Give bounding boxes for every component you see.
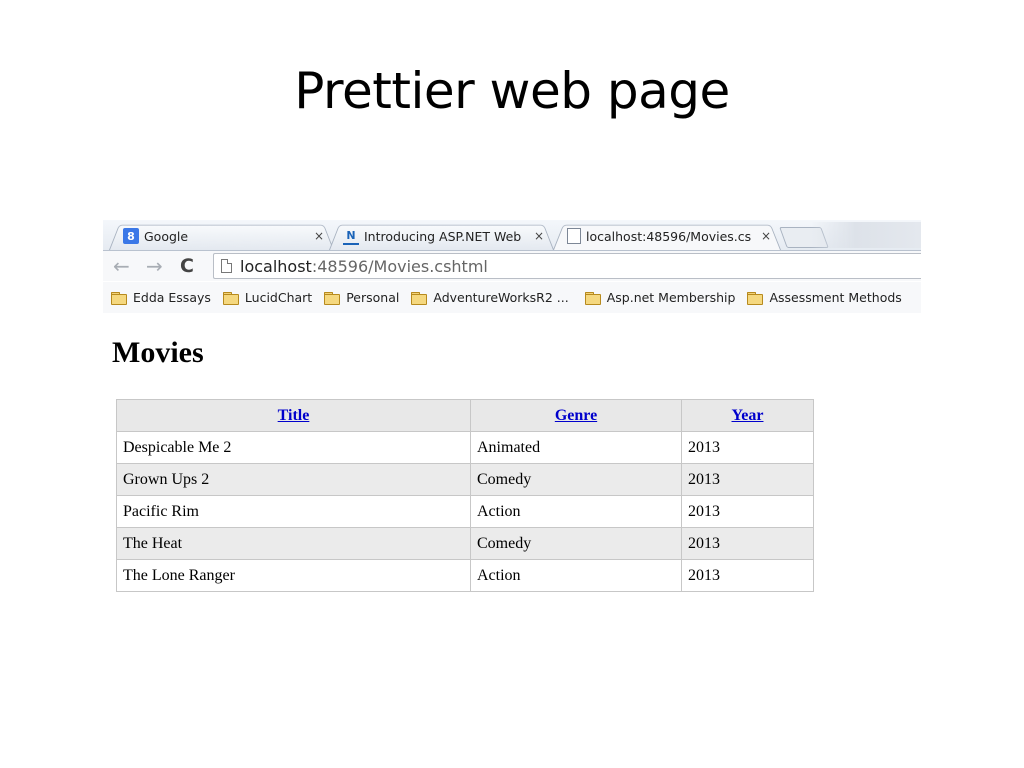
aspnet-icon: N: [343, 227, 359, 245]
bookmark-aspnet-membership[interactable]: Asp.net Membership: [584, 290, 736, 305]
tab-strip: 8 Google × N Introducing ASP.NET Web × l…: [103, 220, 921, 251]
column-header-title: Title: [116, 399, 471, 432]
forward-button[interactable]: →: [146, 255, 163, 277]
bookmark-label: AdventureWorksR2 ...: [433, 290, 569, 305]
table-row: Pacific Rim Action 2013: [116, 495, 814, 528]
cell-genre: Comedy: [470, 463, 682, 496]
url-path: :48596/Movies.cshtml: [311, 256, 488, 276]
folder-icon: [324, 291, 341, 305]
cell-genre: Comedy: [470, 527, 682, 560]
sort-by-genre-link[interactable]: Genre: [555, 407, 597, 424]
bookmark-label: Assessment Methods: [769, 290, 902, 305]
page-heading: Movies: [112, 336, 204, 369]
address-bar[interactable]: localhost:48596/Movies.cshtml: [213, 253, 921, 279]
sort-by-title-link[interactable]: Title: [278, 407, 310, 424]
close-icon[interactable]: ×: [314, 229, 326, 243]
column-header-genre: Genre: [470, 399, 682, 432]
movies-table: Title Genre Year Despicable Me 2 Animate…: [116, 399, 814, 592]
cell-year: 2013: [681, 495, 814, 528]
tab-localhost-movies[interactable]: localhost:48596/Movies.cs ×: [553, 222, 781, 250]
bookmark-label: Asp.net Membership: [606, 290, 736, 305]
tab-google[interactable]: 8 Google ×: [109, 222, 334, 250]
cell-year: 2013: [681, 527, 814, 560]
cell-title: Pacific Rim: [116, 495, 471, 528]
close-icon[interactable]: ×: [534, 229, 546, 243]
page-icon: [221, 259, 232, 273]
bookmark-lucidchart[interactable]: LucidChart: [222, 290, 313, 305]
cell-year: 2013: [681, 559, 814, 592]
close-icon[interactable]: ×: [761, 229, 773, 243]
bookmark-label: Edda Essays: [133, 290, 211, 305]
table-row: Despicable Me 2 Animated 2013: [116, 431, 814, 464]
bookmark-adventureworks[interactable]: AdventureWorksR2 ...: [411, 290, 569, 305]
cell-title: Grown Ups 2: [116, 463, 471, 496]
cell-title: Despicable Me 2: [116, 431, 471, 464]
blurred-window-controls: [811, 222, 921, 248]
tab-label: Introducing ASP.NET Web: [364, 228, 522, 244]
cell-title: The Lone Ranger: [116, 559, 471, 592]
folder-icon: [584, 291, 601, 305]
tab-label: localhost:48596/Movies.cs: [586, 228, 752, 244]
slide-title: Prettier web page: [294, 62, 730, 120]
cell-year: 2013: [681, 431, 814, 464]
cell-year: 2013: [681, 463, 814, 496]
column-header-year: Year: [681, 399, 814, 432]
bookmark-label: LucidChart: [244, 290, 313, 305]
table-row: The Heat Comedy 2013: [116, 527, 814, 560]
url-text: localhost:48596/Movies.cshtml: [240, 257, 488, 276]
folder-icon: [111, 291, 127, 305]
folder-icon: [747, 291, 764, 305]
table-header-row: Title Genre Year: [116, 399, 814, 432]
cell-genre: Action: [470, 559, 682, 592]
cell-title: The Heat: [116, 527, 471, 560]
sort-by-year-link[interactable]: Year: [732, 407, 764, 424]
page-icon: [567, 228, 581, 244]
url-host: localhost: [240, 256, 312, 276]
browser-window: 8 Google × N Introducing ASP.NET Web × l…: [103, 220, 921, 313]
cell-genre: Animated: [470, 431, 682, 464]
bookmark-edda-essays[interactable]: Edda Essays: [111, 290, 211, 305]
table-row: The Lone Ranger Action 2013: [116, 559, 814, 592]
bookmark-assessment-methods[interactable]: Assessment Methods: [747, 290, 902, 305]
reload-button[interactable]: C: [180, 255, 194, 277]
tab-label: Google: [144, 228, 189, 244]
tab-introducing-aspnet[interactable]: N Introducing ASP.NET Web ×: [329, 222, 554, 250]
folder-icon: [222, 291, 239, 305]
back-button[interactable]: ←: [113, 255, 130, 277]
bookmarks-bar: Edda Essays LucidChart Personal Adventur…: [103, 282, 921, 313]
browser-toolbar: ← → C localhost:48596/Movies.cshtml: [103, 251, 921, 281]
cell-genre: Action: [470, 495, 682, 528]
bookmark-personal[interactable]: Personal: [324, 290, 399, 305]
folder-icon: [411, 291, 428, 305]
bookmark-label: Personal: [346, 290, 400, 305]
google-icon: 8: [123, 228, 139, 244]
table-row: Grown Ups 2 Comedy 2013: [116, 463, 814, 496]
